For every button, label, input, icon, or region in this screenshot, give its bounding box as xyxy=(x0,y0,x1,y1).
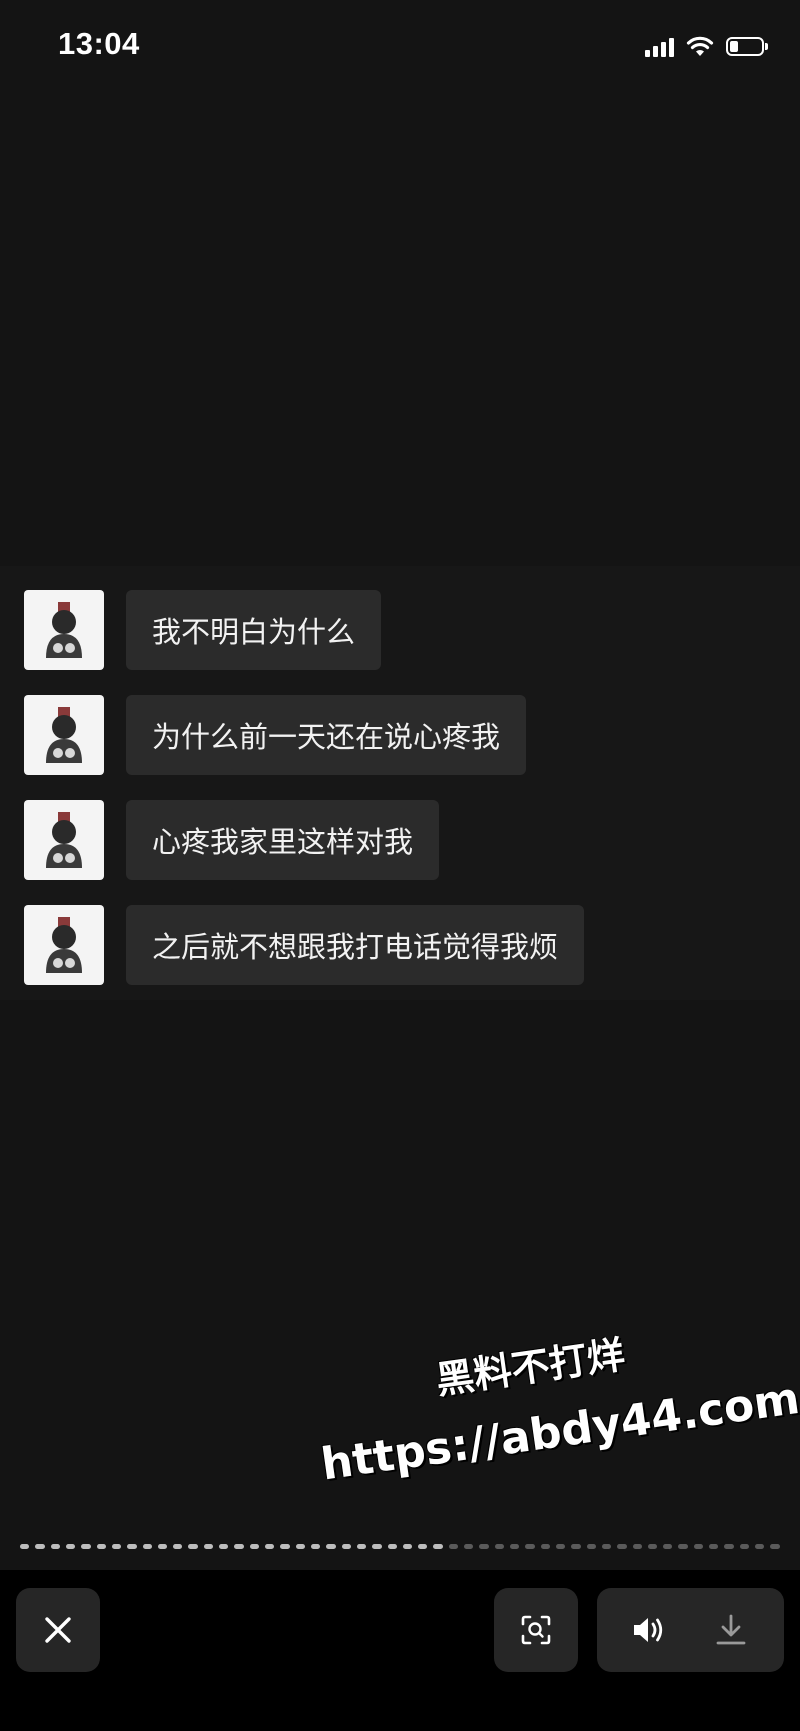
chat-message: 我不明白为什么 xyxy=(0,590,800,674)
progress-segment xyxy=(510,1544,520,1549)
progress-segment xyxy=(157,1544,168,1549)
progress-segment xyxy=(770,1544,780,1549)
progress-segment xyxy=(739,1544,749,1549)
progress-segment xyxy=(448,1544,459,1549)
message-bubble: 为什么前一天还在说心疼我 xyxy=(126,695,527,775)
progress-segment xyxy=(234,1544,244,1549)
progress-segment xyxy=(219,1544,229,1549)
wifi-icon xyxy=(686,36,714,56)
avatar[interactable] xyxy=(24,590,104,670)
progress-segment xyxy=(249,1544,259,1549)
progress-segment xyxy=(356,1544,367,1549)
progress-segment xyxy=(20,1544,30,1549)
download-icon xyxy=(716,1614,746,1645)
progress-segment xyxy=(372,1544,382,1549)
progress-segment xyxy=(693,1544,704,1549)
progress-segment xyxy=(632,1544,642,1549)
progress-segment xyxy=(479,1544,489,1549)
download-button[interactable] xyxy=(713,1612,749,1648)
chat-message: 之后就不想跟我打电话觉得我烦 xyxy=(0,905,800,989)
progress-segment xyxy=(387,1544,397,1549)
progress-segment xyxy=(555,1544,566,1549)
avatar-figure-icon xyxy=(46,707,82,763)
close-button[interactable] xyxy=(16,1588,100,1672)
progress-segment xyxy=(35,1544,45,1549)
scan-button[interactable] xyxy=(494,1588,578,1672)
progress-segment xyxy=(617,1544,627,1549)
progress-segment xyxy=(265,1544,275,1549)
avatar[interactable] xyxy=(24,905,104,985)
status-icons xyxy=(645,34,770,60)
progress-segment xyxy=(709,1544,719,1549)
progress-segment xyxy=(326,1544,336,1549)
cellular-signal-icon xyxy=(645,37,674,57)
media-controls xyxy=(597,1588,784,1672)
progress-segment xyxy=(127,1544,137,1549)
progress-segment xyxy=(433,1544,443,1549)
progress-segment xyxy=(418,1544,428,1549)
progress-segment xyxy=(111,1544,122,1549)
progress-segment xyxy=(203,1544,214,1549)
progress-segment xyxy=(280,1544,290,1549)
status-bar: 13:04 xyxy=(0,0,800,96)
watermark-url: https://abdy44.com xyxy=(318,1372,800,1491)
progress-segment xyxy=(601,1544,612,1549)
volume-icon xyxy=(634,1618,663,1642)
bottom-toolbar xyxy=(0,1570,800,1731)
chat-message: 为什么前一天还在说心疼我 xyxy=(0,695,800,779)
progress-segment xyxy=(142,1544,152,1549)
status-time: 13:04 xyxy=(58,26,140,61)
watermark-title: 黑料不打烊 xyxy=(433,1332,628,1403)
progress-segment xyxy=(525,1544,535,1549)
progress-segment xyxy=(295,1544,305,1549)
progress-segment xyxy=(755,1544,765,1549)
progress-segment xyxy=(81,1544,91,1549)
chat-area: 我不明白为什么 为什么前一天还在说心疼我 心疼我家里这样对我 之后就不想跟我打电… xyxy=(0,566,800,1000)
battery-icon xyxy=(726,36,770,58)
progress-segment xyxy=(494,1544,504,1549)
progress-segment xyxy=(724,1544,734,1549)
avatar[interactable] xyxy=(24,695,104,775)
avatar-figure-icon xyxy=(46,602,82,658)
message-bubble: 之后就不想跟我打电话觉得我烦 xyxy=(126,905,585,985)
progress-segment xyxy=(464,1544,474,1549)
volume-button[interactable] xyxy=(631,1612,667,1648)
playback-progress[interactable] xyxy=(20,1544,780,1552)
progress-segment xyxy=(678,1544,688,1549)
progress-segment xyxy=(571,1544,581,1549)
progress-segment xyxy=(188,1544,198,1549)
progress-segment xyxy=(96,1544,106,1549)
progress-segment xyxy=(540,1544,550,1549)
avatar-figure-icon xyxy=(46,917,82,973)
chat-message: 心疼我家里这样对我 xyxy=(0,800,800,884)
avatar-figure-icon xyxy=(46,812,82,868)
progress-segment xyxy=(663,1544,673,1549)
scan-icon xyxy=(521,1615,551,1645)
message-bubble: 我不明白为什么 xyxy=(126,590,382,670)
progress-segment xyxy=(310,1544,321,1549)
progress-segment xyxy=(647,1544,658,1549)
progress-segment xyxy=(586,1544,596,1549)
message-bubble: 心疼我家里这样对我 xyxy=(126,800,440,880)
progress-segment xyxy=(65,1544,76,1549)
progress-segment xyxy=(50,1544,60,1549)
avatar[interactable] xyxy=(24,800,104,880)
progress-segment xyxy=(402,1544,413,1549)
close-icon xyxy=(45,1617,71,1643)
progress-segment xyxy=(341,1544,351,1549)
progress-segment xyxy=(173,1544,183,1549)
